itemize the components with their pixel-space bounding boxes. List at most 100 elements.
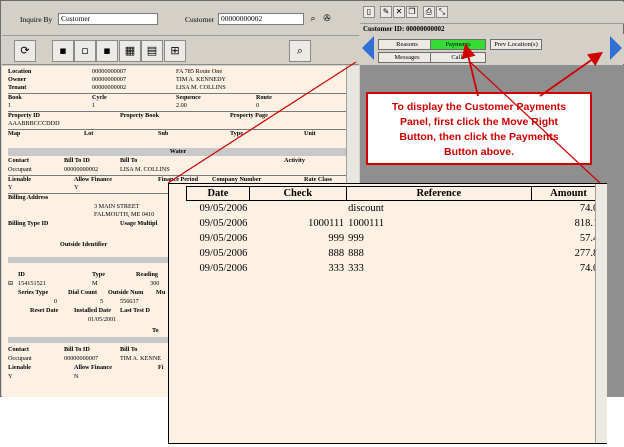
usage-multiplier-label: Usage Multipl — [120, 220, 158, 227]
check-column-header[interactable]: Check — [248, 186, 347, 201]
tenant-label: Tenant — [8, 84, 27, 91]
customer-input[interactable]: 00000000002 — [218, 13, 304, 25]
table-row[interactable]: 09/05/2006 333 333 74.03 — [187, 261, 606, 276]
allow-finance-header-2: Allow Finance — [74, 364, 112, 371]
payment-check: 1000111 — [308, 217, 345, 229]
date-column-header[interactable]: Date — [186, 186, 250, 201]
series-type-header: Series Type — [18, 289, 49, 296]
customer-payments-panel: Date Check Reference Amount 09/05/2006 d… — [168, 183, 607, 444]
dial-count-header: Dial Count — [68, 289, 98, 296]
inquire-by-label: Inquire By — [20, 15, 53, 24]
payments-scrollbar[interactable] — [595, 184, 607, 443]
calendar-icon[interactable]: ▦ — [119, 40, 141, 62]
series-type-value: 0 — [54, 298, 58, 305]
outside-num-header: Outside Num — [108, 289, 144, 296]
meter-reading-header: Reading — [136, 271, 159, 278]
owner-label: Owner — [8, 76, 27, 83]
customer-id-label: Customer ID: 00000000002 — [363, 25, 445, 33]
print-icon[interactable]: ⎙ — [423, 6, 435, 18]
instruction-callout: To display the Customer Payments Panel, … — [366, 92, 592, 165]
installed-date-value: 01/05/2001 — [88, 316, 117, 323]
collapse-icon[interactable]: ⊟ — [8, 280, 13, 288]
move-left-button[interactable] — [362, 36, 374, 60]
card-plus-icon[interactable]: ▫ — [74, 40, 96, 62]
payment-reference: 1000111 — [348, 217, 385, 229]
installed-date-header: Installed Date — [74, 307, 111, 314]
lienable-value: Y — [8, 184, 13, 191]
cycle-value: 1 — [92, 102, 96, 109]
right-panel-nav: Reasons Payments Prev Location(s) Messag… — [360, 34, 624, 64]
bill-to-id-header-2: Bill To ID — [64, 346, 90, 353]
owner-id: 00000000007 — [92, 76, 127, 83]
property-id-header: Property ID — [8, 112, 41, 119]
payment-date: 09/05/2006 — [199, 247, 248, 259]
lookup-icon[interactable]: ✇ — [322, 14, 332, 24]
edit-icon[interactable]: ✎ — [380, 6, 392, 18]
lienable-header: Lienable — [8, 176, 32, 183]
meter-reading-value: 300 — [150, 280, 160, 287]
payments-button[interactable]: Payments — [430, 39, 486, 50]
card-icon[interactable]: ▪ — [52, 40, 74, 62]
lot-header: Lot — [84, 130, 94, 137]
outside-num-value: 556637 — [120, 298, 139, 305]
contact-value-2: Occupant — [8, 355, 32, 362]
contact-value: Occupant — [8, 166, 32, 173]
tenant-name: LISA M. COLLINS — [176, 84, 226, 91]
add-icon[interactable]: ⊞ — [164, 40, 186, 62]
bill-to-id-value-2: 00000000007 — [64, 355, 99, 362]
allow-finance-value-2: N — [74, 373, 79, 380]
move-right-button[interactable] — [610, 36, 622, 60]
payment-date: 09/05/2006 — [199, 262, 248, 274]
delete-icon[interactable]: ✕ — [393, 6, 405, 18]
book-value: 1 — [8, 102, 12, 109]
document-icon[interactable]: ▯ — [363, 6, 375, 18]
search-record-icon[interactable]: ⌕ — [289, 40, 311, 62]
payments-table: Date Check Reference Amount 09/05/2006 d… — [186, 186, 606, 276]
map-header: Map — [8, 130, 21, 137]
bill-to-value: LISA M. COLLINS — [120, 166, 170, 173]
refresh-icon[interactable]: ⟳ — [14, 40, 36, 62]
copy-icon[interactable]: ❐ — [406, 6, 418, 18]
prev-locations-button[interactable]: Prev Location(s) — [490, 39, 542, 50]
location-label: Location — [8, 68, 32, 75]
reasons-button[interactable]: Reasons — [378, 39, 436, 50]
table-row[interactable]: 09/05/2006 1000111 1000111 818.19 — [187, 216, 606, 231]
table-row[interactable]: 09/05/2006 discount 74.03 — [187, 201, 606, 216]
payment-reference: discount — [348, 202, 384, 214]
dial-count-value: 5 — [100, 298, 104, 305]
route-header: Route — [256, 94, 272, 101]
sequence-value: 2.00 — [176, 102, 187, 109]
meter-type-value: M — [92, 280, 98, 287]
inquire-by-select[interactable]: Customer — [58, 13, 158, 25]
table-row[interactable]: 09/05/2006 999 999 57.42 — [187, 231, 606, 246]
payment-date: 09/05/2006 — [199, 217, 248, 229]
billing-address-label: Billing Address — [8, 194, 49, 201]
contact-header: Contact — [8, 157, 29, 164]
table-row[interactable]: 09/05/2006 888 888 277.80 — [187, 246, 606, 261]
book-header: Book — [8, 94, 22, 101]
payment-check — [249, 201, 346, 216]
bill-to-id-header: Bill To ID — [64, 157, 90, 164]
resize-icon[interactable]: ⤡ — [436, 6, 448, 18]
activity-header: Activity — [284, 157, 305, 164]
search-icon[interactable]: ⌕ — [308, 14, 318, 24]
reset-date-header: Reset Date — [30, 307, 59, 314]
payment-reference: 888 — [348, 247, 364, 259]
divider — [8, 129, 348, 130]
bill-to-header-2: Bill To — [120, 346, 138, 353]
payments-header-row: Date Check Reference Amount — [186, 186, 606, 201]
outside-identifier-label: Outside Identifier — [60, 241, 108, 248]
calls-button[interactable]: Calls — [430, 52, 486, 63]
billing-type-label: Billing Type ID — [8, 220, 49, 227]
card-edit-icon[interactable]: ▪ — [96, 40, 118, 62]
messages-button[interactable]: Messages — [378, 52, 436, 63]
billing-address-line-2: FALMOUTH, ME 0410 — [94, 211, 155, 218]
reference-column-header[interactable]: Reference — [345, 186, 533, 201]
water-section-bar[interactable]: Water — [8, 148, 348, 156]
tenant-id: 00000000002 — [92, 84, 127, 91]
property-book-header: Property Book — [120, 112, 159, 119]
meter-icon[interactable]: ▤ — [141, 40, 163, 62]
lienable-header-2: Lienable — [8, 364, 32, 371]
meter-type-header: Type — [92, 271, 105, 278]
meter-id-value: 154151521 — [18, 280, 46, 287]
